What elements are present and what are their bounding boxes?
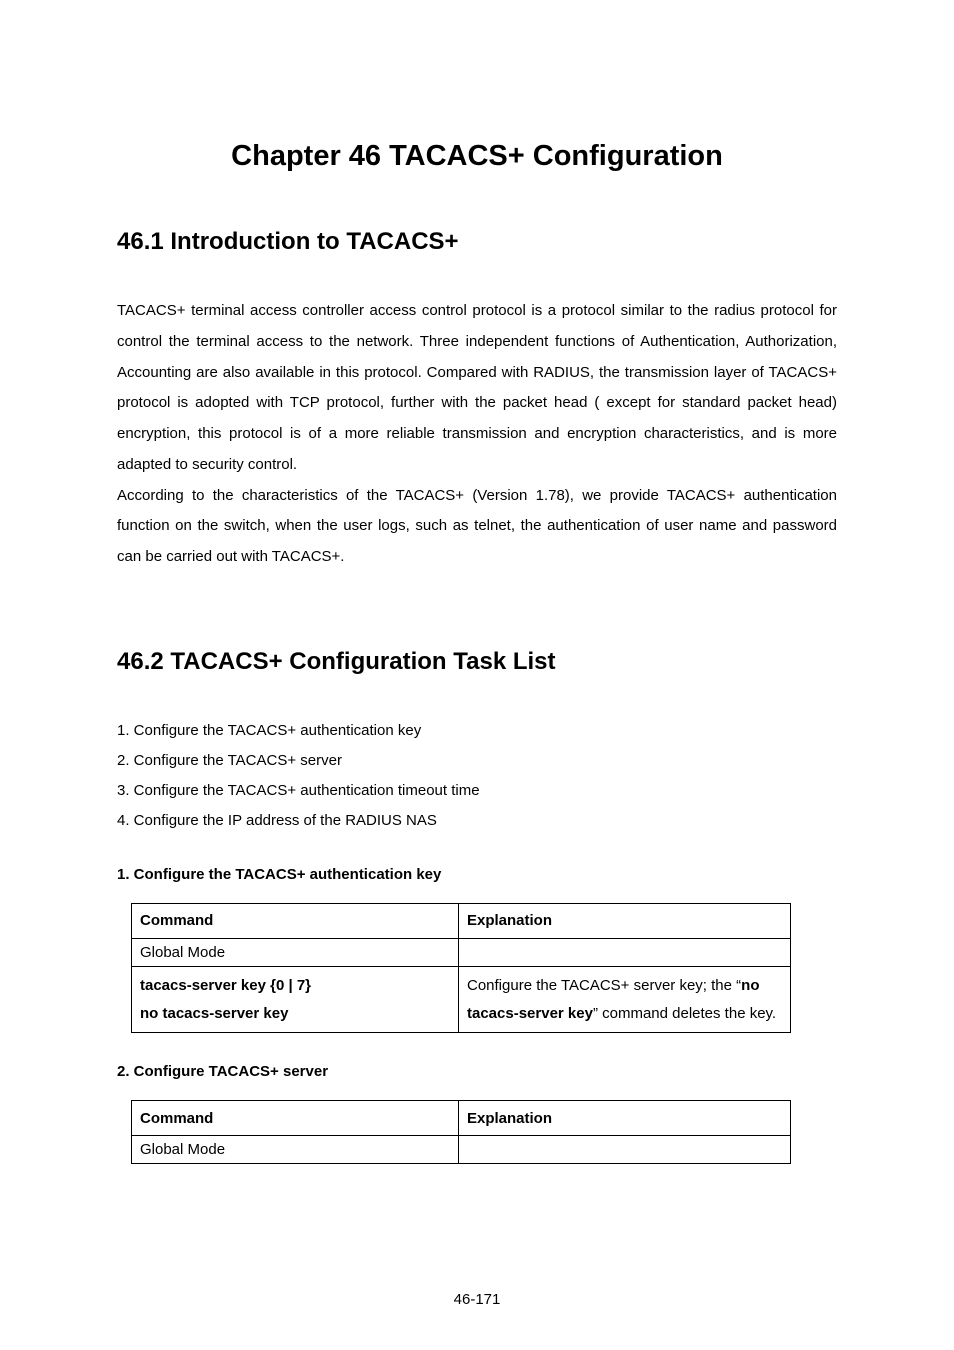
table-title-1: 1. Configure the TACACS+ authentication … bbox=[117, 866, 837, 883]
table-row: Global Mode bbox=[132, 1136, 791, 1164]
table-row: tacacs-server key {0 | 7} no tacacs-serv… bbox=[132, 966, 791, 1033]
config-table-2: Command Explanation Global Mode bbox=[131, 1100, 791, 1164]
command-line-1: tacacs-server key {0 | 7} bbox=[140, 972, 450, 1000]
list-item: 4. Configure the IP address of the RADIU… bbox=[117, 806, 837, 836]
table-cell-empty bbox=[459, 1136, 791, 1164]
chapter-title: Chapter 46 TACACS+ Configuration bbox=[117, 140, 837, 173]
table-row: Global Mode bbox=[132, 938, 791, 966]
table-header-command: Command bbox=[132, 1101, 459, 1136]
page-footer: 46-171 bbox=[0, 1291, 954, 1308]
table-cell-command: tacacs-server key {0 | 7} no tacacs-serv… bbox=[132, 966, 459, 1033]
section-heading-1: 46.1 Introduction to TACACS+ bbox=[117, 228, 837, 256]
body-paragraph-1: TACACS+ terminal access controller acces… bbox=[117, 296, 837, 481]
table-header-explanation: Explanation bbox=[459, 903, 791, 938]
table-header-row: Command Explanation bbox=[132, 903, 791, 938]
explanation-text-post: ” command deletes the key. bbox=[593, 1005, 776, 1022]
table-header-row: Command Explanation bbox=[132, 1101, 791, 1136]
table-title-2: 2. Configure TACACS+ server bbox=[117, 1063, 837, 1080]
table-cell-explanation: Configure the TACACS+ server key; the “n… bbox=[459, 966, 791, 1033]
list-item: 2. Configure the TACACS+ server bbox=[117, 746, 837, 776]
command-line-2: no tacacs-server key bbox=[140, 1000, 450, 1028]
list-item: 1. Configure the TACACS+ authentication … bbox=[117, 716, 837, 746]
table-header-explanation: Explanation bbox=[459, 1101, 791, 1136]
table-cell-mode: Global Mode bbox=[132, 938, 459, 966]
list-item: 3. Configure the TACACS+ authentication … bbox=[117, 776, 837, 806]
section-heading-2: 46.2 TACACS+ Configuration Task List bbox=[117, 648, 837, 676]
table-header-command: Command bbox=[132, 903, 459, 938]
table-cell-empty bbox=[459, 938, 791, 966]
table-cell-mode: Global Mode bbox=[132, 1136, 459, 1164]
explanation-text-pre: Configure the TACACS+ server key; the “ bbox=[467, 977, 741, 994]
config-table-1: Command Explanation Global Mode tacacs-s… bbox=[131, 903, 791, 1034]
task-list: 1. Configure the TACACS+ authentication … bbox=[117, 716, 837, 836]
body-paragraph-2: According to the characteristics of the … bbox=[117, 481, 837, 573]
